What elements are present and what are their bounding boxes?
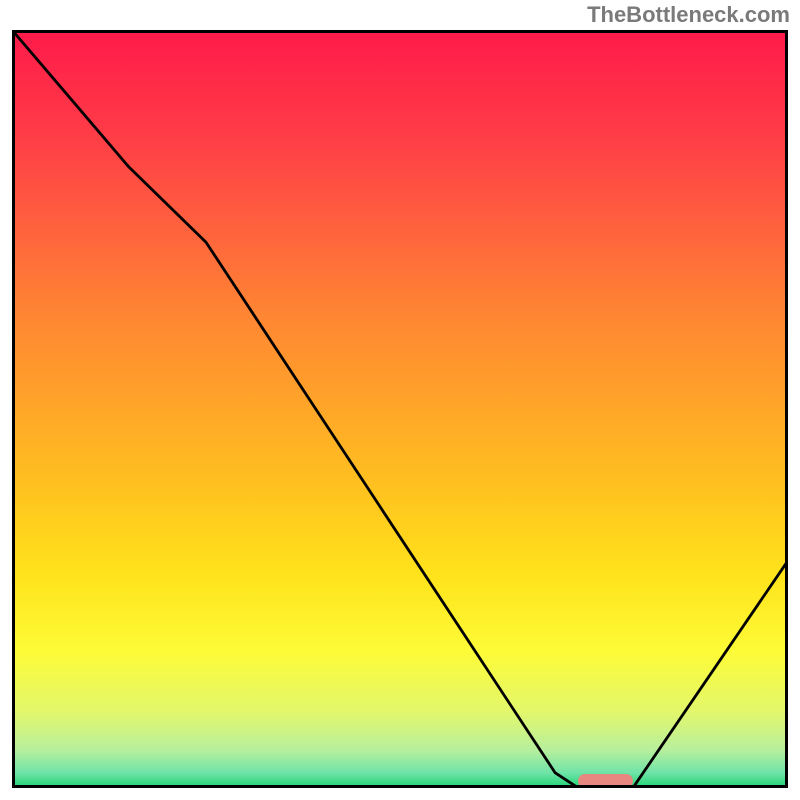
- bottleneck-curve: [12, 30, 788, 788]
- plot-area: [12, 30, 788, 788]
- optimal-marker: [578, 774, 632, 788]
- chart-container: TheBottleneck.com: [0, 0, 800, 800]
- watermark-text: TheBottleneck.com: [587, 2, 790, 28]
